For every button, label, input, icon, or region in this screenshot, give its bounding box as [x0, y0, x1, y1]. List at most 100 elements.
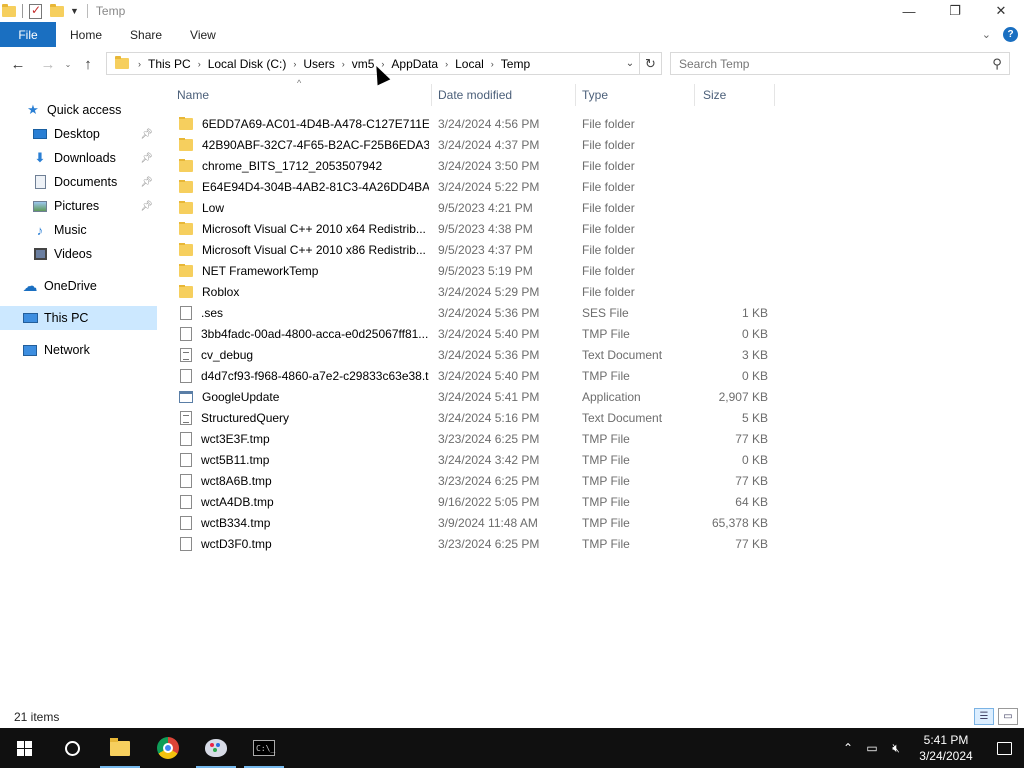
- taskbar-command-prompt[interactable]: C:\_: [240, 728, 288, 768]
- type-cell: Application: [582, 389, 641, 404]
- clock[interactable]: 5:41 PM 3/24/2024: [908, 732, 984, 764]
- tab-file[interactable]: File: [0, 22, 56, 47]
- search-input[interactable]: [679, 56, 985, 71]
- customize-toolbar-dropdown-icon[interactable]: ▼: [70, 6, 79, 16]
- breadcrumb-local-disk[interactable]: Local Disk (C:): [204, 57, 291, 71]
- sidebar-item-onedrive[interactable]: ☁ OneDrive: [0, 274, 157, 298]
- column-header-type[interactable]: Type: [582, 84, 694, 106]
- show-hidden-icons-icon[interactable]: ⌃: [836, 741, 860, 755]
- table-row[interactable]: E64E94D4-304B-4AB2-81C3-4A26DD4BA4... 3/2…: [175, 176, 775, 197]
- search-icon[interactable]: ⚲: [985, 56, 1009, 72]
- help-icon[interactable]: ?: [1003, 27, 1018, 42]
- sidebar-item-documents[interactable]: Documents 📌︎: [0, 170, 157, 194]
- volume-muted-icon[interactable]: 🔇︎: [884, 741, 908, 756]
- clock-date: 3/24/2024: [919, 749, 973, 763]
- search-box[interactable]: ⚲: [670, 52, 1010, 75]
- back-button[interactable]: ←: [6, 52, 30, 76]
- tab-home[interactable]: Home: [56, 22, 116, 47]
- table-row[interactable]: StructuredQuery 3/24/2024 5:16 PM Text Doc…: [175, 407, 775, 428]
- file-name-cell: wct8A6B.tmp: [179, 473, 429, 488]
- chevron-right-icon[interactable]: ›: [339, 59, 348, 69]
- breadcrumb-appdata[interactable]: AppData: [387, 57, 442, 71]
- table-row[interactable]: wct3E3F.tmp 3/23/2024 6:25 PM TMP File 77 K…: [175, 428, 775, 449]
- sidebar-item-network[interactable]: Network: [0, 338, 157, 362]
- pin-icon[interactable]: 📌︎: [140, 201, 153, 212]
- forward-button[interactable]: →: [36, 52, 60, 76]
- details-view-icon[interactable]: ☰: [974, 708, 994, 725]
- sidebar-item-this-pc[interactable]: This PC: [0, 306, 157, 330]
- table-row[interactable]: wctD3F0.tmp 3/23/2024 6:25 PM TMP File 77 K…: [175, 533, 775, 554]
- breadcrumb-temp[interactable]: Temp: [497, 57, 534, 71]
- chevron-right-icon[interactable]: ›: [135, 59, 144, 69]
- tab-view[interactable]: View: [176, 22, 230, 47]
- properties-icon[interactable]: [29, 3, 42, 19]
- table-row[interactable]: d4d7cf93-f968-4860-a7e2-c29833c63e38.t..…: [175, 365, 775, 386]
- sidebar-item-videos[interactable]: Videos: [0, 242, 157, 266]
- table-row[interactable]: Roblox 3/24/2024 5:29 PM File folder: [175, 281, 775, 302]
- column-divider[interactable]: [774, 84, 775, 106]
- network-status-icon[interactable]: ▭: [860, 741, 884, 755]
- table-row[interactable]: Microsoft Visual C++ 2010 x86 Redistrib.…: [175, 239, 775, 260]
- sidebar-item-music[interactable]: ♪ Music: [0, 218, 157, 242]
- taskbar-chrome[interactable]: [144, 728, 192, 768]
- table-row[interactable]: cv_debug 3/24/2024 5:36 PM Text Document 3 …: [175, 344, 775, 365]
- breadcrumb-local[interactable]: Local: [451, 57, 488, 71]
- recent-locations-dropdown[interactable]: ⌄: [60, 52, 76, 76]
- pin-icon[interactable]: 📌︎: [140, 153, 153, 164]
- table-row[interactable]: Microsoft Visual C++ 2010 x64 Redistrib.…: [175, 218, 775, 239]
- file-name: wct5B11.tmp: [201, 452, 270, 467]
- large-icons-view-icon[interactable]: ▭: [998, 708, 1018, 725]
- table-row[interactable]: NET FrameworkTemp 9/5/2023 5:19 PM File fo…: [175, 260, 775, 281]
- cortana-button[interactable]: [48, 728, 96, 768]
- table-row[interactable]: wctA4DB.tmp 9/16/2022 5:05 PM TMP File 64 K…: [175, 491, 775, 512]
- chevron-right-icon[interactable]: ›: [488, 59, 497, 69]
- file-name: wct8A6B.tmp: [201, 473, 272, 488]
- pin-icon[interactable]: 📌︎: [140, 129, 153, 140]
- taskbar-file-explorer[interactable]: [96, 728, 144, 768]
- column-header-name[interactable]: Name: [177, 84, 431, 106]
- file-name: chrome_BITS_1712_2053507942: [202, 158, 383, 173]
- chevron-right-icon[interactable]: ›: [290, 59, 299, 69]
- table-row[interactable]: 42B90ABF-32C7-4F65-B2AC-F25B6EDA3... 3/24…: [175, 134, 775, 155]
- action-center-button[interactable]: [984, 741, 1024, 755]
- new-folder-icon[interactable]: [50, 3, 64, 17]
- start-button[interactable]: [0, 728, 48, 768]
- expand-ribbon-chevron-icon[interactable]: ⌄: [982, 28, 991, 41]
- type-cell: Text Document: [582, 410, 663, 425]
- chevron-right-icon[interactable]: ›: [195, 59, 204, 69]
- column-divider[interactable]: [575, 84, 576, 106]
- date-modified-cell: 3/24/2024 5:40 PM: [438, 326, 540, 341]
- table-row[interactable]: Low 9/5/2023 4:21 PM File folder: [175, 197, 775, 218]
- address-dropdown-icon[interactable]: ⌄: [621, 58, 639, 69]
- refresh-icon[interactable]: ↻: [639, 53, 661, 74]
- table-row[interactable]: .ses 3/24/2024 5:36 PM SES File 1 KB: [175, 302, 775, 323]
- table-row[interactable]: wct8A6B.tmp 3/23/2024 6:25 PM TMP File 77 K…: [175, 470, 775, 491]
- table-row[interactable]: 6EDD7A69-AC01-4D4B-A478-C127E711E... 3/24…: [175, 113, 775, 134]
- maximize-button[interactable]: ❐: [932, 0, 978, 22]
- table-row[interactable]: wctB334.tmp 3/9/2024 11:48 AM TMP File 65,3…: [175, 512, 775, 533]
- up-button[interactable]: ↑: [76, 52, 100, 76]
- sidebar-item-desktop[interactable]: Desktop 📌︎: [0, 122, 157, 146]
- table-row[interactable]: wct5B11.tmp 3/24/2024 3:42 PM TMP File 0 KB: [175, 449, 775, 470]
- column-divider[interactable]: [431, 84, 432, 106]
- qat-separator: [22, 4, 23, 18]
- close-button[interactable]: ✕: [978, 0, 1024, 22]
- taskbar-paint[interactable]: [192, 728, 240, 768]
- table-row[interactable]: chrome_BITS_1712_2053507942 3/24/2024 3:5…: [175, 155, 775, 176]
- column-header-size[interactable]: Size: [703, 84, 773, 106]
- minimize-button[interactable]: —: [886, 0, 932, 22]
- sidebar-item-quick-access[interactable]: ★ Quick access: [0, 98, 157, 122]
- chevron-right-icon[interactable]: ›: [442, 59, 451, 69]
- breadcrumb-this-pc[interactable]: This PC: [144, 57, 195, 71]
- file-name: d4d7cf93-f968-4860-a7e2-c29833c63e38.t..…: [201, 368, 429, 383]
- sidebar-item-downloads[interactable]: ⬇ Downloads 📌︎: [0, 146, 157, 170]
- column-header-date-modified[interactable]: Date modified: [438, 84, 575, 106]
- sidebar-item-pictures[interactable]: Pictures 📌︎: [0, 194, 157, 218]
- column-divider[interactable]: [694, 84, 695, 106]
- type-cell: SES File: [582, 305, 629, 320]
- pin-icon[interactable]: 📌︎: [140, 177, 153, 188]
- tab-share[interactable]: Share: [116, 22, 176, 47]
- table-row[interactable]: 3bb4fadc-00ad-4800-acca-e0d25067ff81....…: [175, 323, 775, 344]
- table-row[interactable]: GoogleUpdate 3/24/2024 5:41 PM Application…: [175, 386, 775, 407]
- breadcrumb-users[interactable]: Users: [299, 57, 338, 71]
